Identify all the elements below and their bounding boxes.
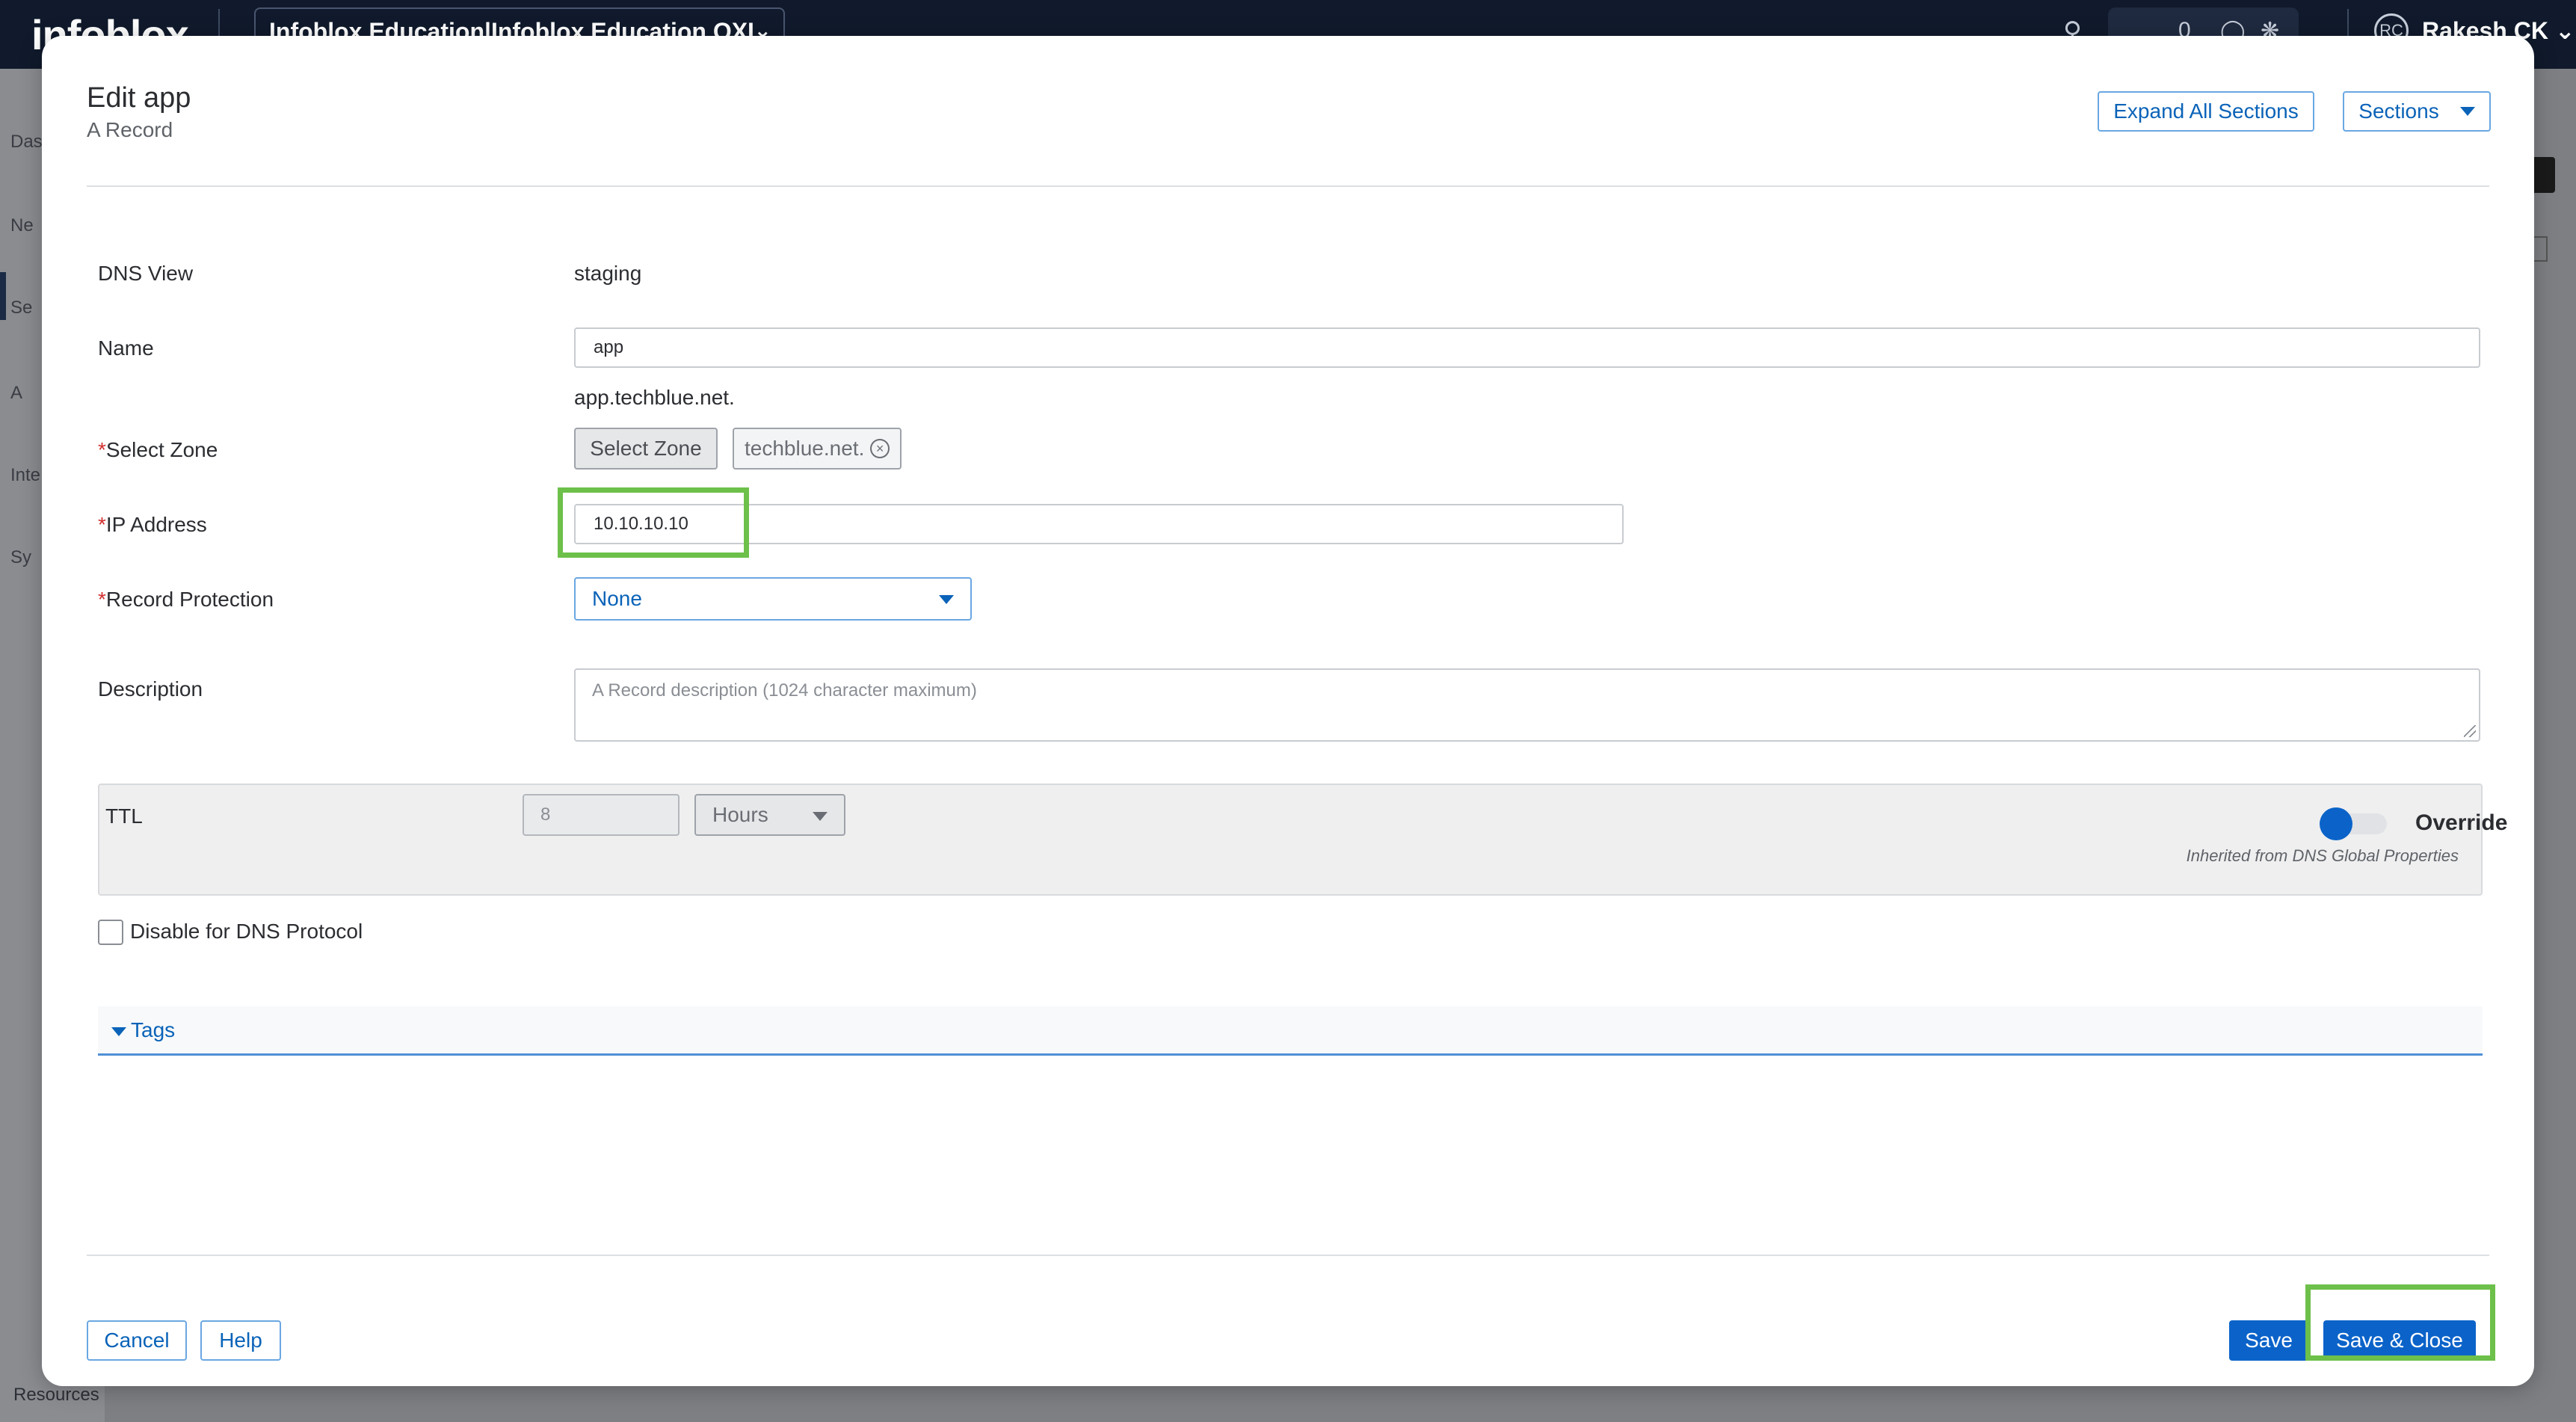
header-divider (87, 185, 2489, 187)
ip-address-label-text: IP Address (105, 513, 207, 536)
caret-down-icon (2459, 107, 2475, 116)
override-label: Override (2415, 810, 2508, 835)
inherited-note: Inherited from DNS Global Properties (2186, 846, 2459, 865)
select-zone-label: *Select Zone (98, 438, 218, 462)
sidebar-active-indicator (0, 272, 6, 320)
fqdn-preview: app.techblue.net. (574, 386, 735, 409)
description-textarea[interactable] (574, 668, 2480, 742)
modal-subtitle: A Record (87, 118, 173, 141)
required-mark: * (98, 588, 106, 611)
cancel-button[interactable]: Cancel (87, 1320, 187, 1361)
caret-down-icon (111, 1027, 126, 1036)
sidebar-item-dashboard[interactable]: Das (10, 132, 43, 153)
dns-view-value: staging (574, 262, 642, 285)
edit-record-modal: Edit app A Record Expand All Sections Se… (42, 36, 2534, 1386)
help-button[interactable]: Help (200, 1320, 281, 1361)
select-zone-button[interactable]: Select Zone (574, 428, 718, 470)
record-protection-label-text: Record Protection (105, 588, 274, 611)
sidebar-item-system[interactable]: Sy (10, 547, 31, 568)
disable-dns-label: Disable for DNS Protocol (130, 920, 363, 943)
name-label: Name (98, 336, 154, 360)
name-input[interactable] (574, 327, 2480, 368)
ttl-section: TTL 8 Hours Override Inherited from DNS … (98, 784, 2507, 896)
required-mark: * (98, 513, 106, 536)
dns-view-label: DNS View (98, 262, 194, 285)
resize-handle-icon[interactable] (2464, 725, 2476, 737)
modal-title: Edit app (87, 82, 191, 114)
override-toggle-knob[interactable] (2320, 807, 2352, 840)
ttl-value-input[interactable]: 8 (523, 794, 680, 836)
remove-zone-icon[interactable]: × (870, 439, 890, 458)
ip-address-input[interactable] (574, 504, 1624, 544)
sidebar-item-integrations[interactable]: Inte (10, 465, 40, 486)
record-protection-select[interactable]: None (574, 577, 972, 621)
record-protection-value: None (592, 587, 642, 610)
zone-chip-label: techblue.net. (745, 437, 865, 460)
save-and-close-button[interactable]: Save & Close (2323, 1320, 2476, 1361)
footer-divider (87, 1255, 2489, 1256)
description-label: Description (98, 677, 203, 701)
sections-label: Sections (2358, 99, 2439, 123)
record-protection-label: *Record Protection (98, 588, 274, 612)
tags-section-header[interactable]: Tags (98, 1006, 2483, 1056)
sidebar-item-automation[interactable]: A (10, 383, 22, 404)
caret-down-icon (939, 595, 954, 604)
sidebar-item-security[interactable]: Se (10, 298, 32, 318)
select-zone-label-text: Select Zone (105, 438, 218, 461)
sections-dropdown-button[interactable]: Sections (2343, 91, 2491, 132)
zone-chip: techblue.net. × (733, 428, 902, 470)
disable-dns-checkbox[interactable] (98, 920, 123, 945)
caret-down-icon (813, 812, 828, 821)
sidebar-item-resources[interactable]: Resources (13, 1385, 99, 1406)
required-mark: * (98, 438, 106, 461)
ttl-unit-value: Hours (712, 803, 768, 826)
save-button[interactable]: Save (2229, 1320, 2308, 1361)
ttl-unit-select[interactable]: Hours (694, 794, 845, 836)
ttl-label: TTL (105, 804, 143, 828)
expand-all-sections-button[interactable]: Expand All Sections (2098, 91, 2314, 132)
chevron-down-icon: ⌄ (2554, 17, 2575, 44)
sidebar-item-networking[interactable]: Ne (10, 215, 34, 236)
ip-address-label: *IP Address (98, 513, 207, 537)
tags-label: Tags (131, 1018, 176, 1041)
